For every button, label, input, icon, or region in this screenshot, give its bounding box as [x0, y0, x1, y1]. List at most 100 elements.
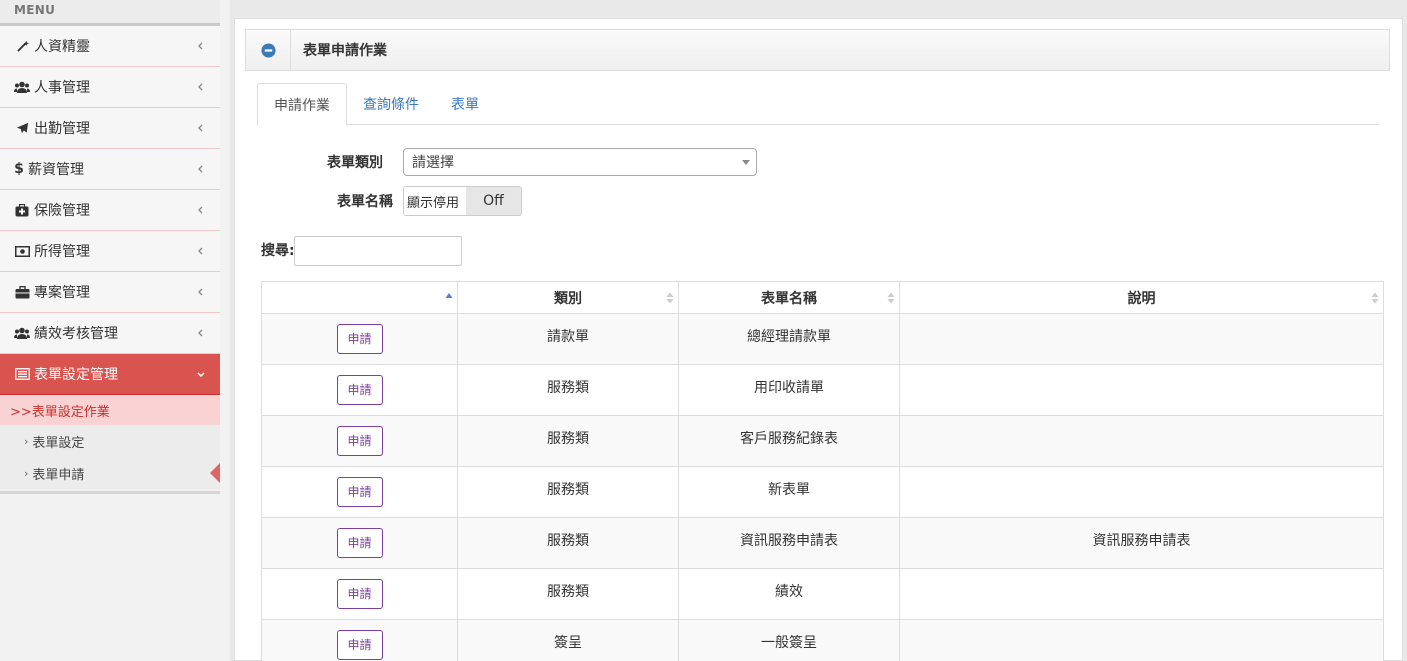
sidebar-item-label: 人資精靈	[34, 39, 90, 55]
sidebar-item-payroll[interactable]: $ 薪資管理	[0, 149, 220, 190]
sort-asc-icon	[445, 293, 453, 298]
cell-form-name: 總經理請款單	[678, 313, 900, 365]
column-header-description[interactable]: 說明	[899, 281, 1384, 314]
cell-description: 資訊服務申請表	[899, 517, 1384, 569]
sidebar-item-income[interactable]: 所得管理	[0, 231, 220, 272]
toggle-off-label: Off	[465, 187, 521, 215]
tab-apply[interactable]: 申請作業	[257, 83, 347, 126]
chevron-left-icon	[198, 206, 203, 214]
cell-form-name: 資訊服務申請表	[678, 517, 900, 569]
sidebar-item-insurance[interactable]: 保險管理	[0, 190, 220, 231]
plane-icon	[14, 120, 30, 136]
name-row: 表單名稱 顯示停用 Off	[227, 186, 522, 216]
sidebar-item-label: 績效考核管理	[34, 326, 118, 342]
money-icon	[14, 243, 30, 259]
dropdown-caret-icon	[742, 160, 750, 165]
chevron-left-icon	[198, 247, 203, 255]
category-select-value: 請選擇	[412, 155, 454, 171]
sidebar-item-attendance[interactable]: 出勤管理	[0, 108, 220, 149]
cell-description	[899, 619, 1384, 661]
list-alt-icon	[14, 366, 30, 382]
panel-header: 表單申請作業	[245, 29, 1390, 71]
apply-button[interactable]: 申請	[336, 324, 383, 354]
chevron-left-icon	[198, 288, 203, 296]
dollar-icon: $	[14, 161, 24, 177]
sidebar-item-label: 保險管理	[34, 203, 90, 219]
cell-description	[899, 568, 1384, 620]
sidebar-item-performance[interactable]: 績效考核管理	[0, 313, 220, 354]
cell-category: 請款單	[457, 313, 679, 365]
apply-button[interactable]: 申請	[336, 477, 383, 507]
sidebar-item-personnel[interactable]: 人事管理	[0, 67, 220, 108]
cell-form-name: 一般簽呈	[678, 619, 900, 661]
sidebar-item-label: 薪資管理	[28, 162, 84, 178]
show-disabled-toggle[interactable]: 顯示停用 Off	[403, 186, 522, 216]
form-apply-panel: 表單申請作業 申請作業 查詢條件 表單 表單類別 請選擇 表單名稱 顯示停用 O…	[234, 18, 1403, 661]
table-row: 申請 簽呈 一般簽呈	[261, 619, 1384, 661]
apply-button[interactable]: 申請	[336, 375, 383, 405]
apply-button[interactable]: 申請	[336, 528, 383, 558]
sidebar-item-projects[interactable]: 專案管理	[0, 272, 220, 313]
sidebar-item-label: 表單設定管理	[34, 367, 118, 383]
cell-category: 服務類	[457, 364, 679, 416]
cell-description	[899, 364, 1384, 416]
sidebar-item-form-settings[interactable]: 表單設定管理	[0, 354, 220, 395]
name-label: 表單名稱	[337, 194, 393, 210]
cell-form-name: 績效	[678, 568, 900, 620]
cell-form-name: 新表單	[678, 466, 900, 518]
chevron-right-icon: ›	[24, 434, 29, 448]
chevron-right-icon: ›	[24, 466, 29, 480]
cell-form-name: 客戶服務紀錄表	[678, 415, 900, 467]
main-content: 表單申請作業 申請作業 查詢條件 表單 表單類別 請選擇 表單名稱 顯示停用 O…	[230, 10, 1407, 661]
sidebar-item-label: 出勤管理	[34, 121, 90, 137]
sidebar: MENU 人資精靈 人事管理 出勤管理 $ 薪資管理 保險管理 所得管理 專案管…	[0, 0, 220, 661]
chevron-left-icon	[198, 165, 203, 173]
sidebar-item-hr-wizard[interactable]: 人資精靈	[0, 26, 220, 67]
active-pointer-icon	[210, 463, 220, 483]
sidebar-divider	[0, 491, 220, 494]
table-row: 申請 請款單 總經理請款單	[261, 313, 1384, 365]
table-row: 申請 服務類 用印收請單	[261, 364, 1384, 416]
column-header-action[interactable]	[261, 281, 458, 314]
toggle-on-label: 顯示停用	[404, 187, 466, 215]
briefcase-icon	[14, 284, 30, 300]
sidebar-subitem-label: 表單設定	[32, 435, 85, 451]
users-icon	[14, 79, 30, 95]
apply-button[interactable]: 申請	[336, 630, 383, 660]
cell-category: 服務類	[457, 466, 679, 518]
category-label: 表單類別	[327, 155, 383, 171]
sidebar-item-label: 人事管理	[34, 80, 90, 96]
cell-description	[899, 415, 1384, 467]
tab-bar: 申請作業 查詢條件 表單	[257, 83, 1379, 126]
column-header-form-name[interactable]: 表單名稱	[678, 281, 900, 314]
table-row: 申請 服務類 績效	[261, 568, 1384, 620]
menu-header: MENU	[0, 0, 220, 26]
content-gutter	[220, 0, 230, 661]
cell-category: 簽呈	[457, 619, 679, 661]
cell-form-name: 用印收請單	[678, 364, 900, 416]
sidebar-subitem-form-setup[interactable]: › 表單設定	[0, 425, 220, 457]
search-label: 搜尋:	[261, 243, 295, 259]
sidebar-item-label: 所得管理	[34, 244, 90, 260]
medkit-icon	[14, 202, 30, 218]
panel-title: 表單申請作業	[303, 43, 387, 59]
sort-icon	[887, 292, 895, 304]
apply-button[interactable]: 申請	[336, 426, 383, 456]
cell-category: 服務類	[457, 568, 679, 620]
tab-forms[interactable]: 表單	[435, 83, 495, 125]
sidebar-subitem-form-apply[interactable]: › 表單申請	[0, 457, 220, 489]
chevron-left-icon	[198, 83, 203, 91]
column-header-category[interactable]: 類別	[457, 281, 679, 314]
forms-table: 類別 表單名稱 說明 申請 請款單 總經理請款單 申請 服務類 用印收請單 申請…	[261, 281, 1384, 661]
tab-query-conditions[interactable]: 查詢條件	[347, 83, 435, 125]
apply-button[interactable]: 申請	[336, 579, 383, 609]
collapse-button[interactable]	[246, 30, 291, 70]
table-row: 申請 服務類 客戶服務紀錄表	[261, 415, 1384, 467]
sidebar-item-label: 專案管理	[34, 285, 90, 301]
chevron-left-icon	[198, 329, 203, 337]
table-row: 申請 服務類 資訊服務申請表 資訊服務申請表	[261, 517, 1384, 569]
category-select[interactable]: 請選擇	[403, 148, 757, 176]
cell-category: 服務類	[457, 517, 679, 569]
cell-description	[899, 466, 1384, 518]
search-input[interactable]	[294, 236, 462, 266]
